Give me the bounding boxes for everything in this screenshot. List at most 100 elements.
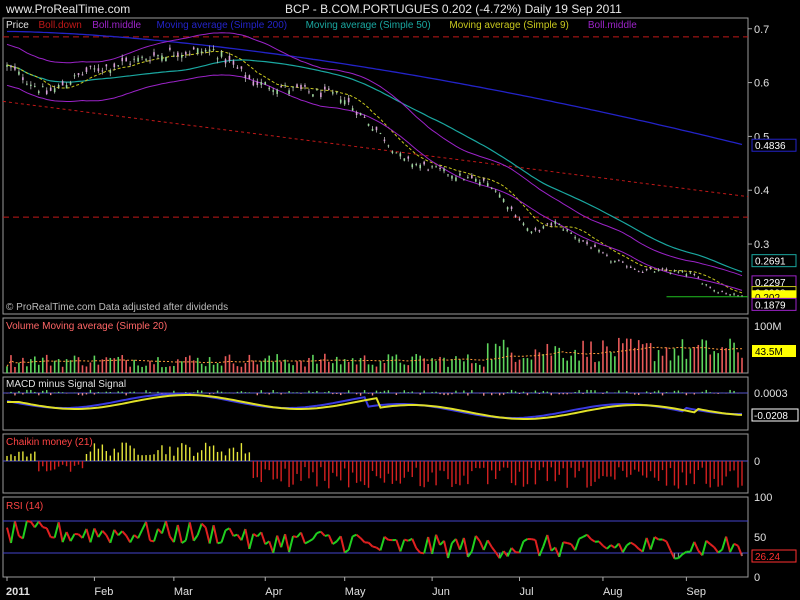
macd-hist-bar: [240, 391, 243, 393]
chaikin-bar: [721, 461, 723, 486]
macd-hist-bar: [677, 390, 680, 393]
macd-hist-bar: [26, 389, 28, 393]
volume-bar: [49, 365, 52, 373]
candle-body: [689, 272, 692, 274]
volume-bar: [582, 340, 584, 373]
month-label: Jul: [520, 586, 534, 598]
candle-body: [530, 231, 533, 233]
chaikin-bar: [236, 451, 239, 461]
candle-body: [264, 82, 267, 85]
chaikin-bar: [383, 461, 386, 483]
rsi-segment: [566, 542, 572, 546]
volume-bar: [530, 359, 533, 373]
macd-hist-bar: [316, 390, 318, 393]
macd-hist-bar: [729, 389, 731, 393]
candle-body: [105, 64, 108, 67]
macd-hist-bar: [173, 390, 175, 393]
signal-tag-label: -0.0208: [754, 411, 788, 422]
macd-hist-bar: [185, 392, 187, 393]
volume-bar: [419, 355, 421, 373]
chaikin-bar: [169, 446, 171, 461]
candle-body: [256, 81, 259, 85]
chaikin-bar: [518, 461, 521, 472]
volume-bar: [73, 355, 76, 373]
candle-body: [371, 128, 374, 131]
chaikin-bar: [733, 461, 735, 471]
macd-hist-bar: [614, 392, 616, 393]
candle-body: [292, 86, 294, 88]
candle-body: [109, 70, 112, 73]
macd-hist-bar: [657, 390, 660, 393]
candle-body: [379, 132, 382, 134]
volume-bar: [14, 366, 16, 373]
macd-hist-bar: [30, 389, 32, 393]
chaikin-bar: [669, 461, 672, 469]
chaikin-bar: [197, 452, 199, 461]
chaikin-bar: [30, 453, 32, 461]
macd-hist-bar: [649, 393, 652, 394]
candle-body: [443, 168, 445, 172]
chaikin-bar: [328, 461, 330, 489]
macd-hist-bar: [602, 393, 604, 394]
candle-body: [637, 271, 640, 273]
macd-hist-bar: [681, 392, 684, 393]
volume-bar: [558, 347, 561, 373]
chaikin-bar: [248, 452, 251, 461]
chaikin-bar: [367, 461, 370, 488]
chaikin-bar: [586, 461, 588, 488]
chaikin-bar: [701, 461, 703, 468]
volume-bar: [657, 350, 660, 373]
volume-bar: [689, 348, 692, 373]
candle-body: [268, 87, 271, 90]
volume-bar: [411, 356, 414, 373]
chaikin-bar: [141, 455, 143, 461]
chaikin-bar: [129, 445, 131, 461]
macd-hist-bar: [439, 393, 441, 395]
candle-body: [407, 156, 410, 159]
chaikin-bar: [77, 461, 80, 465]
volume-bar: [522, 358, 525, 373]
candle-body: [625, 266, 628, 268]
chaikin-bar: [578, 461, 580, 472]
macd-hist-bar: [149, 391, 151, 393]
chaikin-bar: [177, 447, 179, 461]
candle-body: [200, 51, 203, 53]
chaikin-bar: [65, 461, 68, 467]
macd-hist-bar: [546, 391, 549, 393]
candle-body: [10, 65, 12, 68]
volume-bar: [45, 354, 48, 373]
legend-entry: Moving average (Simple 200): [157, 20, 288, 31]
volume-bar: [737, 352, 739, 373]
month-label: May: [345, 586, 366, 598]
macd-hist-bar: [264, 393, 266, 394]
candle-body: [602, 252, 604, 254]
candle-body: [149, 60, 151, 62]
volume-bar: [618, 337, 620, 373]
candle-body: [37, 91, 40, 93]
chaikin-bar: [463, 461, 465, 476]
candle-body: [181, 54, 183, 58]
chaikin-bar: [113, 448, 115, 461]
chaikin-bar: [324, 461, 326, 481]
chaikin-bar: [332, 461, 334, 473]
candle-body: [252, 81, 255, 86]
macd-hist-bar: [244, 392, 247, 393]
chaikin-bar: [439, 461, 441, 471]
macd-hist-bar: [594, 390, 596, 393]
legend-entry: Price: [6, 20, 29, 31]
candle-body: [526, 228, 529, 231]
candle-body: [435, 166, 437, 168]
candle-body: [260, 81, 263, 85]
macd-hist-bar: [665, 392, 668, 393]
candle-body: [228, 55, 231, 61]
macd-hist-bar: [288, 390, 290, 393]
candle-body: [204, 49, 207, 52]
macd-hist-bar: [133, 391, 135, 393]
macd-hist-bar: [411, 391, 413, 393]
macd-hist-bar: [514, 391, 517, 393]
volume-bar: [268, 355, 271, 373]
volume-bar: [312, 354, 314, 373]
candle-body: [387, 145, 390, 147]
volume-bar: [395, 354, 398, 373]
macd-hist-bar: [518, 393, 521, 394]
